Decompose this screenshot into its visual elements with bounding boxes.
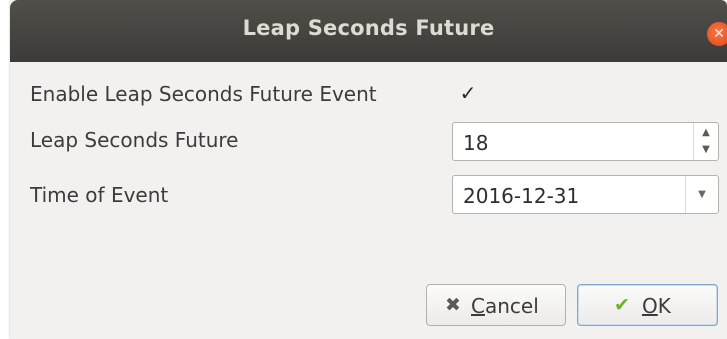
leap-seconds-label: Leap Seconds Future	[30, 128, 239, 152]
enable-label: Enable Leap Seconds Future Event	[30, 82, 377, 106]
time-of-event-dropdown[interactable]: 2016-12-31 ▼	[452, 175, 719, 214]
close-icon[interactable]: ✕	[707, 22, 727, 46]
time-of-event-label: Time of Event	[30, 183, 169, 207]
cancel-label: Cancel	[471, 294, 539, 318]
leap-seconds-spinbox[interactable]: 18 ▲ ▼	[452, 122, 719, 161]
cancel-x-icon: ✖	[445, 294, 461, 316]
spin-up-icon[interactable]: ▲	[694, 127, 718, 138]
enable-checkbox[interactable]: ✓	[458, 83, 478, 103]
leap-seconds-value[interactable]: 18	[463, 131, 488, 155]
cancel-button[interactable]: ✖ Cancel	[426, 284, 566, 326]
dialog-window: Leap Seconds Future ✕ Enable Leap Second…	[10, 0, 727, 339]
title-bar[interactable]: Leap Seconds Future ✕	[10, 0, 727, 62]
spin-down-icon[interactable]: ▼	[694, 144, 718, 155]
time-of-event-value[interactable]: 2016-12-31	[463, 184, 579, 208]
ok-label: OK	[642, 294, 671, 318]
spin-buttons[interactable]: ▲ ▼	[693, 123, 718, 160]
chevron-down-icon[interactable]: ▼	[685, 176, 718, 213]
ok-button[interactable]: ✔ OK	[577, 284, 718, 326]
window-title: Leap Seconds Future	[242, 16, 495, 40]
checkmark-icon: ✔	[614, 294, 630, 316]
